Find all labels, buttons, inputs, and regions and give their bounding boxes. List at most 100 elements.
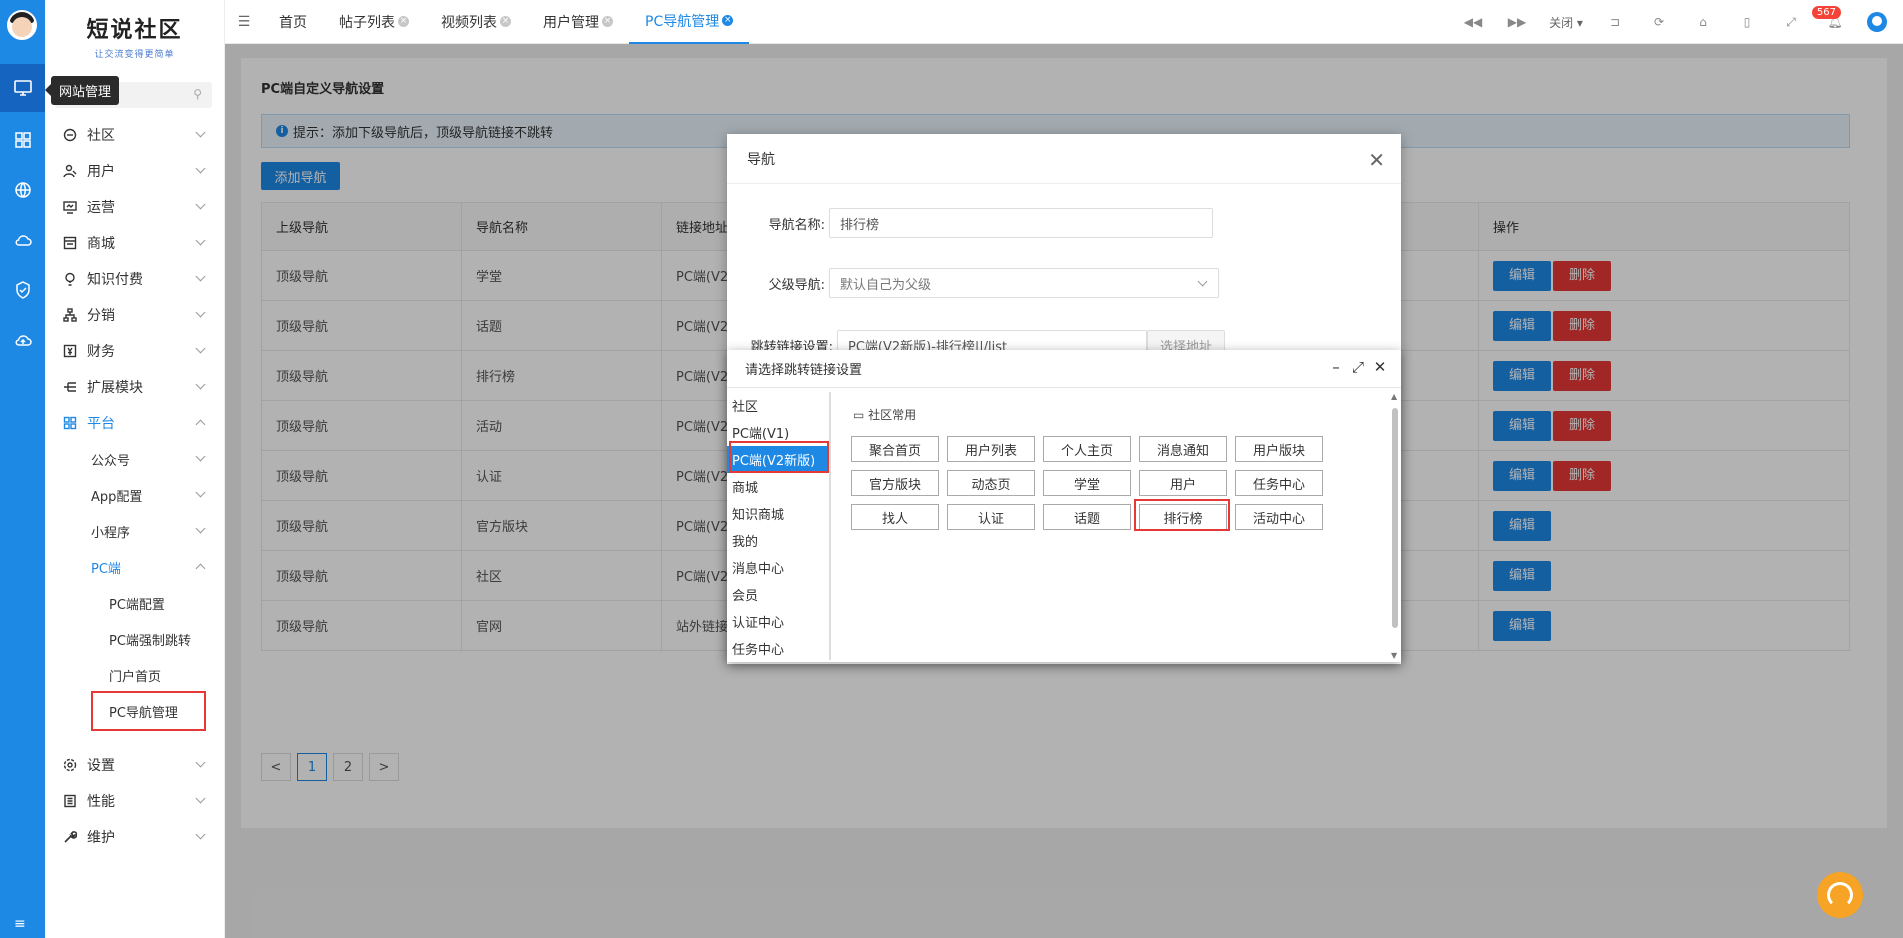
link-option[interactable]: 官方版块 (851, 470, 939, 496)
menu-platform[interactable]: 平台 (45, 405, 224, 441)
logo: 短说社区 让交流变得更简单 (45, 12, 224, 60)
chat-icon (63, 128, 77, 142)
picker-scrollbar[interactable]: ▲ ▼ (1389, 390, 1401, 662)
link-option[interactable]: 个人主页 (1043, 436, 1131, 462)
tab-user-manage[interactable]: 用户管理 × (527, 0, 629, 44)
menu-settings[interactable]: 设置 (45, 747, 224, 783)
link-option[interactable]: 认证 (947, 504, 1035, 530)
menu-app-config[interactable]: App配置 (45, 477, 224, 513)
close-icon[interactable]: × (722, 15, 734, 26)
category-item[interactable]: 商城 (727, 473, 829, 500)
shield-icon[interactable] (0, 266, 45, 314)
menu-label: 商城 (87, 236, 115, 252)
category-item[interactable]: 会员 (727, 581, 829, 608)
category-item[interactable]: 认证中心 (727, 608, 829, 635)
menu-mini-program[interactable]: 小程序 (45, 513, 224, 549)
tree-icon (63, 308, 77, 322)
menu-finance[interactable]: 财务 (45, 333, 224, 369)
tab-video-list[interactable]: 视频列表 × (425, 0, 527, 44)
menu-toggle-icon[interactable]: ≡ (14, 916, 26, 932)
top-bar: ☰ 首页 帖子列表 × 视频列表 × 用户管理 × PC导航管理 × ◀◀ ▶▶ 关闭 … (225, 0, 1903, 44)
menu-store[interactable]: 商城 (45, 225, 224, 261)
tab-pc-nav-manage[interactable]: PC导航管理 × (629, 0, 750, 44)
close-icon[interactable]: × (602, 16, 613, 27)
name-label: 导航名称: (768, 217, 825, 233)
customer-service-icon[interactable] (1817, 872, 1863, 918)
folder-icon: ▭ (853, 408, 865, 422)
tab-post-list[interactable]: 帖子列表 × (323, 0, 425, 44)
tab-label: 用户管理 (543, 14, 599, 31)
menu-label: 性能 (87, 794, 115, 810)
sidebar: 短说社区 让交流变得更简单 ⚲ 社区 用户 运营 商城 知识付费 分销 财务 扩… (45, 0, 225, 938)
link-option[interactable]: 聚合首页 (851, 436, 939, 462)
close-icon[interactable]: ✕ (1369, 358, 1391, 376)
mobile-icon[interactable]: ▯ (1725, 15, 1769, 29)
close-tabs-dropdown[interactable]: 关闭 ▾ (1539, 14, 1593, 31)
parent-nav-select[interactable]: 默认自己为父级 (829, 268, 1219, 298)
admin-avatar[interactable] (7, 10, 37, 40)
cloud-icon[interactable] (0, 216, 45, 264)
scroll-thumb[interactable] (1392, 408, 1398, 628)
link-option[interactable]: 用户 (1139, 470, 1227, 496)
scroll-up-icon[interactable]: ▲ (1391, 392, 1397, 401)
scroll-down-icon[interactable]: ▼ (1391, 651, 1397, 660)
pc-nav-highlight (91, 691, 206, 731)
menu-label: 分销 (87, 308, 115, 324)
link-option[interactable]: 任务中心 (1235, 470, 1323, 496)
parent-value: 默认自己为父级 (840, 277, 932, 293)
fullscreen-icon[interactable]: ⤢ (1769, 15, 1813, 30)
category-item[interactable]: 我的 (727, 527, 829, 554)
menu-portal-home[interactable]: 门户首页 (45, 657, 224, 693)
category-item[interactable]: 任务中心 (727, 635, 829, 660)
apps-grid-icon[interactable] (0, 116, 45, 164)
form-row-name: 导航名称: 排行榜 (727, 208, 1213, 238)
menu-performance[interactable]: 性能 (45, 783, 224, 819)
menu-distribution[interactable]: 分销 (45, 297, 224, 333)
form-row-parent: 父级导航: 默认自己为父级 (727, 268, 1219, 298)
user-avatar[interactable] (1867, 12, 1887, 32)
link-option[interactable]: 用户列表 (947, 436, 1035, 462)
category-scrollbar[interactable] (829, 392, 831, 510)
menu-pc[interactable]: PC端 (45, 549, 224, 585)
close-icon[interactable]: × (398, 16, 409, 27)
menu-label: 门户首页 (109, 669, 162, 685)
category-item[interactable]: 知识商城 (727, 500, 829, 527)
menu-official-account[interactable]: 公众号 (45, 441, 224, 477)
category-item[interactable]: 社区 (727, 392, 829, 419)
collapse-menu-icon[interactable]: ☰ (225, 14, 263, 30)
link-option[interactable]: 用户版块 (1235, 436, 1323, 462)
link-option[interactable]: 话题 (1043, 504, 1131, 530)
cloud-upload-icon[interactable] (0, 316, 45, 364)
tab-home[interactable]: 首页 (263, 0, 323, 44)
menu-extensions[interactable]: 扩展模块 (45, 369, 224, 405)
dialog-close-icon[interactable]: ✕ (1368, 148, 1385, 172)
link-option[interactable]: 找人 (851, 504, 939, 530)
menu-pc-config[interactable]: PC端配置 (45, 585, 224, 621)
menu-user[interactable]: 用户 (45, 153, 224, 189)
menu-maintenance[interactable]: 维护 (45, 819, 224, 855)
prev-tab-icon[interactable]: ◀◀ (1451, 15, 1495, 29)
link-option[interactable]: 消息通知 (1139, 436, 1227, 462)
menu-label: 社区 (87, 128, 115, 144)
category-item[interactable]: 消息中心 (727, 554, 829, 581)
menu-pc-force-redirect[interactable]: PC端强制跳转 (45, 621, 224, 657)
link-option[interactable]: 活动中心 (1235, 504, 1323, 530)
menu-knowledge-pay[interactable]: 知识付费 (45, 261, 224, 297)
website-manage-icon[interactable] (0, 64, 45, 112)
menu-label: 维护 (87, 830, 115, 846)
close-icon[interactable]: × (500, 16, 511, 27)
link-option[interactable]: 动态页 (947, 470, 1035, 496)
link-option[interactable]: 学堂 (1043, 470, 1131, 496)
exit-icon[interactable]: ⊐ (1593, 15, 1637, 29)
nav-name-input[interactable]: 排行榜 (829, 208, 1213, 238)
refresh-icon[interactable]: ⟳ (1637, 15, 1681, 29)
globe-icon[interactable] (0, 166, 45, 214)
next-tab-icon[interactable]: ▶▶ (1495, 15, 1539, 29)
tab-label: 首页 (279, 14, 307, 31)
extend-icon (63, 380, 77, 394)
menu-community[interactable]: 社区 (45, 117, 224, 153)
home-icon[interactable]: ⌂ (1681, 15, 1725, 29)
menu-operations[interactable]: 运营 (45, 189, 224, 225)
maximize-icon[interactable]: ⤢ (1347, 358, 1369, 376)
minimize-icon[interactable]: – (1325, 358, 1347, 376)
